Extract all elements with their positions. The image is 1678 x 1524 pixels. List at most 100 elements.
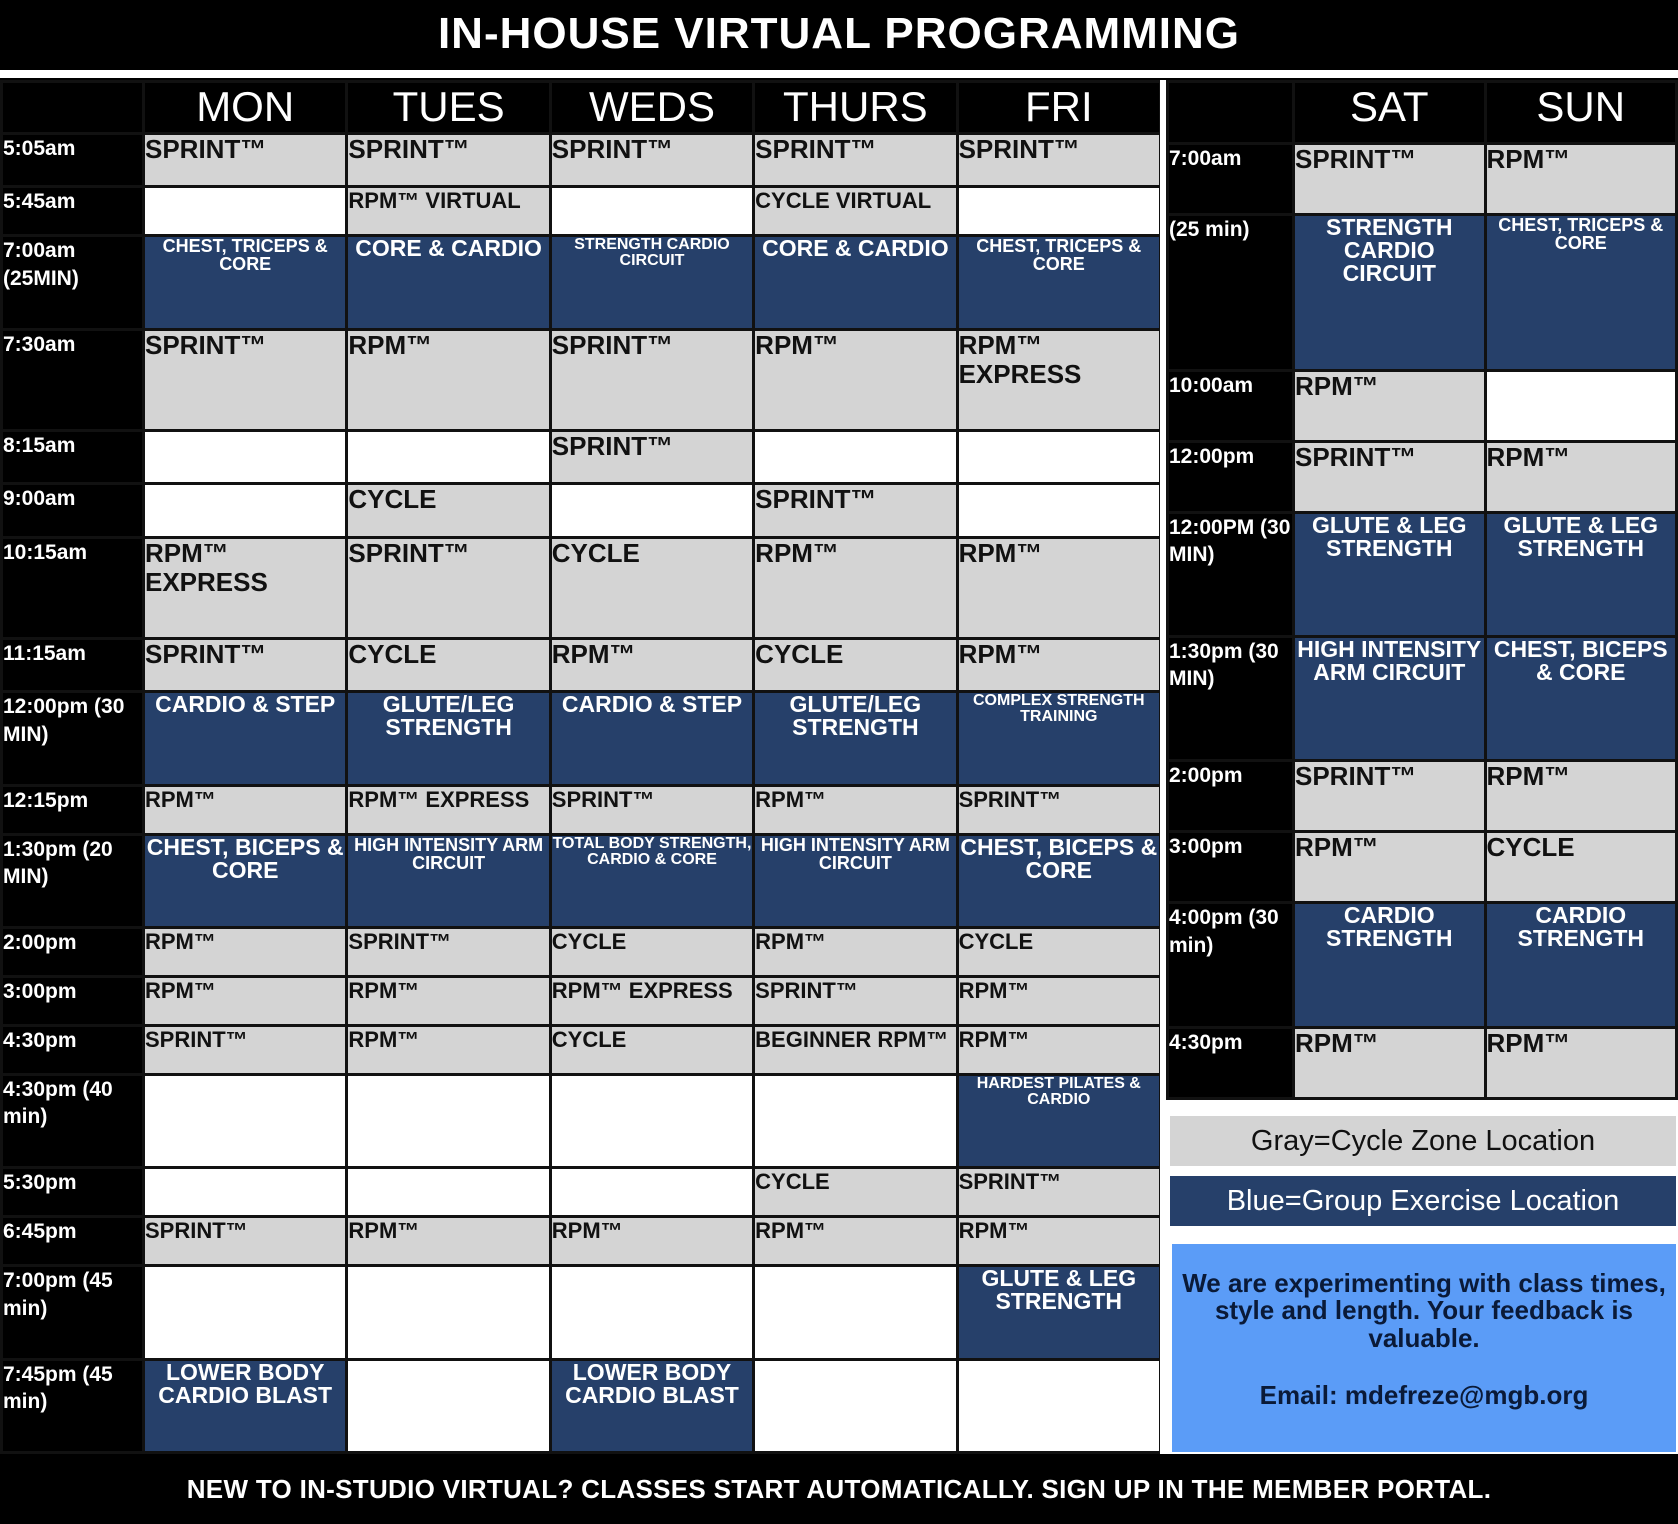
class-cell: RPM™ <box>141 974 349 1028</box>
time-slot: 5:45am <box>0 185 145 238</box>
empty-cell <box>141 1073 349 1170</box>
class-cell: SPRINT™ <box>345 131 552 189</box>
class-cell: SPRINT™ <box>955 131 1163 189</box>
class-cell: LOWER BODY CARDIO BLAST <box>548 1357 756 1455</box>
class-cell: RPM™ <box>141 925 349 978</box>
class-cell: HIGH INTENSITY ARM CIRCUIT <box>345 832 552 929</box>
time-slot: 4:00pm (30 min) <box>1166 901 1295 1029</box>
feedback-email[interactable]: Email: mdefreze@mgb.org <box>1172 1381 1676 1409</box>
day-header-weds: WEDS <box>548 80 756 135</box>
schedule-row: (25 min) STRENGTH CARDIO CIRCUIT CHEST, TR… <box>1166 213 1678 372</box>
class-cell: RPM™ <box>345 974 552 1028</box>
class-cell: SPRINT™ <box>1292 759 1487 834</box>
class-cell: SPRINT™ <box>141 1024 349 1077</box>
weekend-schedule: SAT SUN 7:00am SPRINT™ RPM™ (25 min) STRENGTH … <box>1166 80 1678 1101</box>
day-header-tues: TUES <box>345 80 552 135</box>
class-cell: HIGH INTENSITY ARM CIRCUIT <box>752 832 959 929</box>
class-cell: CYCLE <box>1483 830 1678 905</box>
empty-cell <box>548 1073 756 1170</box>
class-cell: RPM™ <box>752 535 959 641</box>
class-cell: SPRINT™ <box>1292 141 1487 217</box>
time-slot: 10:15am <box>0 535 145 641</box>
class-cell: SPRINT™ <box>1292 439 1487 514</box>
class-cell: SPRINT™ <box>548 429 756 486</box>
class-cell: RPM™ <box>1483 141 1678 217</box>
class-cell: CARDIO STRENGTH <box>1483 901 1678 1029</box>
schedule-row: 3:00pm RPM™ CYCLE <box>1166 830 1678 905</box>
class-cell: SPRINT™ <box>345 925 552 978</box>
class-cell: HARDEST PILATES & CARDIO <box>955 1073 1163 1170</box>
class-cell: CARDIO & STEP <box>141 690 349 787</box>
empty-cell <box>955 429 1163 486</box>
class-cell: RPM™ <box>955 1024 1163 1077</box>
class-cell: RPM™ <box>752 783 959 836</box>
time-slot: 11:15am <box>0 637 145 694</box>
time-slot: (25 min) <box>1166 213 1295 372</box>
day-header-thurs: THURS <box>752 80 959 135</box>
class-cell: SPRINT™ <box>141 1215 349 1268</box>
class-cell: CHEST, BICEPS & CORE <box>955 832 1163 929</box>
class-cell: RPM™ EXPRESS <box>141 535 349 641</box>
class-cell: CORE & CARDIO <box>345 234 552 331</box>
empty-cell <box>141 185 349 238</box>
schedule-row: 7:45pm (45 min) LOWER BODY CARDIO BLAST LO… <box>0 1357 1163 1455</box>
class-cell: BEGINNER RPM™ <box>752 1024 959 1077</box>
class-cell: RPM™ <box>141 783 349 836</box>
day-header-sun: SUN <box>1483 80 1678 145</box>
legend-blue: Blue=Group Exercise Location <box>1170 1176 1676 1226</box>
class-cell: GLUTE & LEG STRENGTH <box>1483 510 1678 639</box>
class-cell: SPRINT™ <box>955 783 1163 836</box>
time-slot: 12:00PM (30 MIN) <box>1166 510 1295 639</box>
schedule-row: 4:30pm (40 min) HARDEST PILATES & CARDIO <box>0 1073 1163 1170</box>
class-cell: GLUTE & LEG STRENGTH <box>955 1264 1163 1361</box>
class-cell: CARDIO & STEP <box>548 690 756 787</box>
class-cell: CORE & CARDIO <box>752 234 959 331</box>
class-cell: COMPLEX STRENGTH TRAINING <box>955 690 1163 787</box>
class-cell: RPM™ <box>548 637 756 694</box>
time-slot: 7:00pm (45 min) <box>0 1264 145 1361</box>
feedback-message: We are experimenting with class times, s… <box>1182 1268 1666 1353</box>
time-slot: 5:30pm <box>0 1166 145 1219</box>
class-cell: SPRINT™ <box>141 327 349 433</box>
class-cell: CHEST, TRICEPS & CORE <box>141 234 349 331</box>
class-cell: CHEST, TRICEPS & CORE <box>1483 213 1678 372</box>
class-cell: CHEST, TRICEPS & CORE <box>955 234 1163 331</box>
empty-cell <box>955 482 1163 539</box>
schedule-row: 10:00am RPM™ <box>1166 368 1678 443</box>
class-cell: RPM™ <box>752 327 959 433</box>
schedule-row: 8:15am SPRINT™ <box>0 429 1163 486</box>
schedule-row: 4:00pm (30 min) CARDIO STRENGTH CARDIO STR… <box>1166 901 1678 1029</box>
class-cell: RPM™ <box>548 1215 756 1268</box>
class-cell: RPM™ <box>345 327 552 433</box>
schedule-row: 4:30pm RPM™ RPM™ <box>1166 1025 1678 1101</box>
time-slot: 8:15am <box>0 429 145 486</box>
class-cell: RPM™ EXPRESS <box>345 783 552 836</box>
empty-cell <box>548 1166 756 1219</box>
weekday-schedule: MON TUES WEDS THURS FRI 5:05am SPRINT™ SPRINT™ S… <box>0 80 1163 1455</box>
legend-gray: Gray=Cycle Zone Location <box>1170 1116 1676 1166</box>
class-cell: CHEST, BICEPS & CORE <box>1483 634 1678 763</box>
empty-cell <box>955 185 1163 238</box>
schedule-row: 2:00pm SPRINT™ RPM™ <box>1166 759 1678 834</box>
empty-cell <box>141 429 349 486</box>
weekday-table: MON TUES WEDS THURS FRI 5:05am SPRINT™ SPRINT™ S… <box>0 80 1163 1455</box>
time-slot: 1:30pm (30 MIN) <box>1166 634 1295 763</box>
empty-cell <box>548 1264 756 1361</box>
header-corner <box>0 80 145 135</box>
schedule-row: 12:15pm RPM™ RPM™ EXPRESS SPRINT™ RPM™ SPRINT… <box>0 783 1163 836</box>
class-cell: CYCLE <box>548 535 756 641</box>
empty-cell <box>752 1357 959 1455</box>
class-cell: CYCLE <box>345 482 552 539</box>
class-cell: CYCLE <box>548 925 756 978</box>
schedule-row: 4:30pm SPRINT™ RPM™ CYCLE BEGINNER RPM™ RPM™ <box>0 1024 1163 1077</box>
class-cell: SPRINT™ <box>548 327 756 433</box>
class-cell: SPRINT™ <box>548 131 756 189</box>
class-cell: RPM™ EXPRESS <box>955 327 1163 433</box>
schedule-row: 7:30am SPRINT™ RPM™ SPRINT™ RPM™ RPM™ EXPRESS <box>0 327 1163 433</box>
class-cell: RPM™ <box>955 1215 1163 1268</box>
schedule-row: 9:00am CYCLE SPRINT™ <box>0 482 1163 539</box>
class-cell: SPRINT™ <box>752 482 959 539</box>
day-header-fri: FRI <box>955 80 1163 135</box>
empty-cell <box>1483 368 1678 443</box>
empty-cell <box>345 1264 552 1361</box>
